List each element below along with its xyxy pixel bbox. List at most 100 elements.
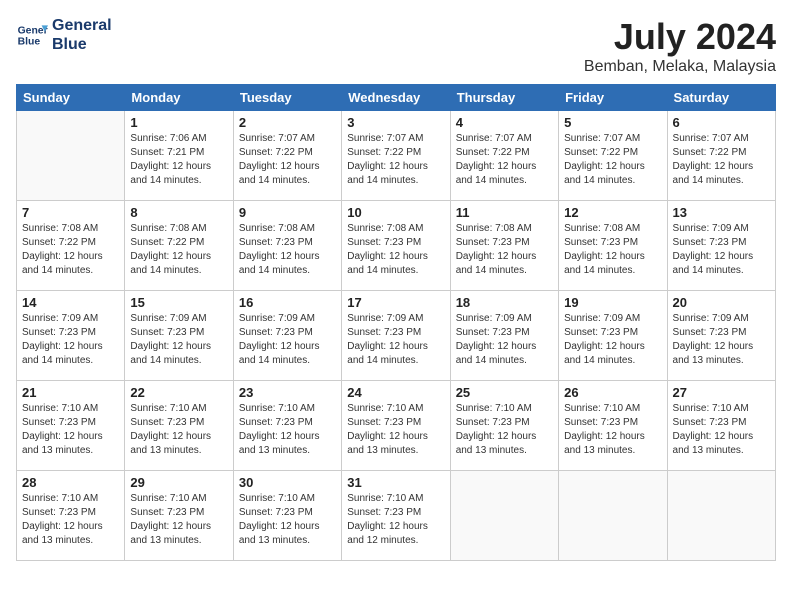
day-number: 29 xyxy=(130,475,227,490)
day-cell: 1 Sunrise: 7:06 AMSunset: 7:21 PMDaylight… xyxy=(125,111,233,201)
day-number: 16 xyxy=(239,295,336,310)
day-info: Sunrise: 7:10 AMSunset: 7:23 PMDaylight:… xyxy=(347,402,444,458)
day-number: 27 xyxy=(673,385,770,400)
day-info: Sunrise: 7:09 AMSunset: 7:23 PMDaylight:… xyxy=(564,312,661,368)
day-cell: 5 Sunrise: 7:07 AMSunset: 7:22 PMDaylight… xyxy=(559,111,667,201)
day-cell: 29 Sunrise: 7:10 AMSunset: 7:23 PMDayligh… xyxy=(125,471,233,561)
day-info: Sunrise: 7:10 AMSunset: 7:23 PMDaylight:… xyxy=(130,492,227,548)
day-number: 30 xyxy=(239,475,336,490)
day-number: 11 xyxy=(456,205,553,220)
day-cell: 27Sunrise: 7:10 AMSunset: 7:23 PMDayligh… xyxy=(667,381,775,471)
day-cell: 2Sunrise: 7:07 AMSunset: 7:22 PMDaylight… xyxy=(233,111,341,201)
day-cell: 18Sunrise: 7:09 AMSunset: 7:23 PMDayligh… xyxy=(450,291,558,381)
day-number: 23 xyxy=(239,385,336,400)
day-info: Sunrise: 7:07 AMSunset: 7:22 PMDaylight:… xyxy=(564,132,661,188)
day-cell: 25 Sunrise: 7:10 AMSunset: 7:23 PMDayligh… xyxy=(450,381,558,471)
day-cell: 28Sunrise: 7:10 AMSunset: 7:23 PMDayligh… xyxy=(17,471,125,561)
day-number: 20 xyxy=(673,295,770,310)
day-cell: 3Sunrise: 7:07 AMSunset: 7:22 PMDaylight… xyxy=(342,111,450,201)
day-cell: 12 Sunrise: 7:08 AMSunset: 7:23 PMDayligh… xyxy=(559,201,667,291)
day-info: Sunrise: 7:08 AMSunset: 7:22 PMDaylight:… xyxy=(22,222,119,278)
week-row-1: 1 Sunrise: 7:06 AMSunset: 7:21 PMDaylight… xyxy=(17,111,776,201)
header-thursday: Thursday xyxy=(450,85,558,111)
day-number: 18 xyxy=(456,295,553,310)
day-cell: 8Sunrise: 7:08 AMSunset: 7:22 PMDaylight… xyxy=(125,201,233,291)
day-info: Sunrise: 7:08 AMSunset: 7:23 PMDaylight:… xyxy=(347,222,444,278)
day-info: Sunrise: 7:10 AMSunset: 7:23 PMDaylight:… xyxy=(564,402,661,458)
logo-line1: General xyxy=(52,16,112,35)
header-monday: Monday xyxy=(125,85,233,111)
day-info: Sunrise: 7:09 AMSunset: 7:23 PMDaylight:… xyxy=(673,312,770,368)
day-cell: 23 Sunrise: 7:10 AMSunset: 7:23 PMDayligh… xyxy=(233,381,341,471)
day-number: 12 xyxy=(564,205,661,220)
day-number: 14 xyxy=(22,295,119,310)
day-number: 19 xyxy=(564,295,661,310)
header-wednesday: Wednesday xyxy=(342,85,450,111)
week-row-4: 21 Sunrise: 7:10 AMSunset: 7:23 PMDayligh… xyxy=(17,381,776,471)
logo-line2: Blue xyxy=(52,35,112,54)
day-number: 10 xyxy=(347,205,444,220)
day-cell: 7Sunrise: 7:08 AMSunset: 7:22 PMDaylight… xyxy=(17,201,125,291)
week-row-2: 7Sunrise: 7:08 AMSunset: 7:22 PMDaylight… xyxy=(17,201,776,291)
day-cell: 30 Sunrise: 7:10 AMSunset: 7:23 PMDayligh… xyxy=(233,471,341,561)
day-info: Sunrise: 7:10 AMSunset: 7:23 PMDaylight:… xyxy=(239,492,336,548)
day-cell: 11 Sunrise: 7:08 AMSunset: 7:23 PMDayligh… xyxy=(450,201,558,291)
day-cell xyxy=(667,471,775,561)
svg-text:Blue: Blue xyxy=(18,37,41,48)
logo-icon: General Blue xyxy=(16,19,48,51)
day-info: Sunrise: 7:07 AMSunset: 7:22 PMDaylight:… xyxy=(347,132,444,188)
day-info: Sunrise: 7:10 AMSunset: 7:23 PMDaylight:… xyxy=(456,402,553,458)
location-title: Bemban, Melaka, Malaysia xyxy=(584,58,776,76)
day-cell xyxy=(450,471,558,561)
day-number: 9 xyxy=(239,205,336,220)
header-tuesday: Tuesday xyxy=(233,85,341,111)
day-number: 24 xyxy=(347,385,444,400)
day-info: Sunrise: 7:08 AMSunset: 7:22 PMDaylight:… xyxy=(130,222,227,278)
day-info: Sunrise: 7:09 AMSunset: 7:23 PMDaylight:… xyxy=(673,222,770,278)
day-number: 25 xyxy=(456,385,553,400)
week-row-3: 14 Sunrise: 7:09 AMSunset: 7:23 PMDayligh… xyxy=(17,291,776,381)
day-cell: 21Sunrise: 7:10 AMSunset: 7:23 PMDayligh… xyxy=(17,381,125,471)
day-cell: 26 Sunrise: 7:10 AMSunset: 7:23 PMDayligh… xyxy=(559,381,667,471)
day-info: Sunrise: 7:09 AMSunset: 7:23 PMDaylight:… xyxy=(347,312,444,368)
day-number: 28 xyxy=(22,475,119,490)
day-number: 1 xyxy=(130,115,227,130)
day-cell xyxy=(559,471,667,561)
title-area: July 2024 Bemban, Melaka, Malaysia xyxy=(584,16,776,76)
day-info: Sunrise: 7:09 AMSunset: 7:23 PMDaylight:… xyxy=(239,312,336,368)
day-cell: 22 Sunrise: 7:10 AMSunset: 7:23 PMDayligh… xyxy=(125,381,233,471)
header-sunday: Sunday xyxy=(17,85,125,111)
day-cell: 24 Sunrise: 7:10 AMSunset: 7:23 PMDayligh… xyxy=(342,381,450,471)
day-cell: 16 Sunrise: 7:09 AMSunset: 7:23 PMDayligh… xyxy=(233,291,341,381)
day-number: 31 xyxy=(347,475,444,490)
day-info: Sunrise: 7:07 AMSunset: 7:22 PMDaylight:… xyxy=(673,132,770,188)
day-info: Sunrise: 7:09 AMSunset: 7:23 PMDaylight:… xyxy=(22,312,119,368)
day-cell: 19 Sunrise: 7:09 AMSunset: 7:23 PMDayligh… xyxy=(559,291,667,381)
day-cell: 4 Sunrise: 7:07 AMSunset: 7:22 PMDaylight… xyxy=(450,111,558,201)
day-number: 26 xyxy=(564,385,661,400)
day-info: Sunrise: 7:07 AMSunset: 7:22 PMDaylight:… xyxy=(456,132,553,188)
day-number: 17 xyxy=(347,295,444,310)
calendar-table: SundayMondayTuesdayWednesdayThursdayFrid… xyxy=(16,84,776,561)
day-number: 22 xyxy=(130,385,227,400)
day-info: Sunrise: 7:10 AMSunset: 7:23 PMDaylight:… xyxy=(239,402,336,458)
day-number: 5 xyxy=(564,115,661,130)
day-number: 15 xyxy=(130,295,227,310)
day-info: Sunrise: 7:10 AMSunset: 7:23 PMDaylight:… xyxy=(130,402,227,458)
day-cell: 9Sunrise: 7:08 AMSunset: 7:23 PMDaylight… xyxy=(233,201,341,291)
day-number: 13 xyxy=(673,205,770,220)
day-cell xyxy=(17,111,125,201)
day-number: 2 xyxy=(239,115,336,130)
day-info: Sunrise: 7:08 AMSunset: 7:23 PMDaylight:… xyxy=(564,222,661,278)
logo: General Blue General Blue xyxy=(16,16,112,54)
day-cell: 15Sunrise: 7:09 AMSunset: 7:23 PMDayligh… xyxy=(125,291,233,381)
day-info: Sunrise: 7:06 AMSunset: 7:21 PMDaylight:… xyxy=(130,132,227,188)
day-number: 6 xyxy=(673,115,770,130)
day-number: 4 xyxy=(456,115,553,130)
week-row-5: 28 Sunrise: 7:10 AMSunset: 7:23 PMDayligh… xyxy=(17,471,776,561)
day-cell: 13 Sunrise: 7:09 AMSunset: 7:23 PMDayligh… xyxy=(667,201,775,291)
day-cell: 20 Sunrise: 7:09 AMSunset: 7:23 PMDayligh… xyxy=(667,291,775,381)
day-number: 21 xyxy=(22,385,119,400)
day-info: Sunrise: 7:08 AMSunset: 7:23 PMDaylight:… xyxy=(456,222,553,278)
day-cell: 14 Sunrise: 7:09 AMSunset: 7:23 PMDayligh… xyxy=(17,291,125,381)
